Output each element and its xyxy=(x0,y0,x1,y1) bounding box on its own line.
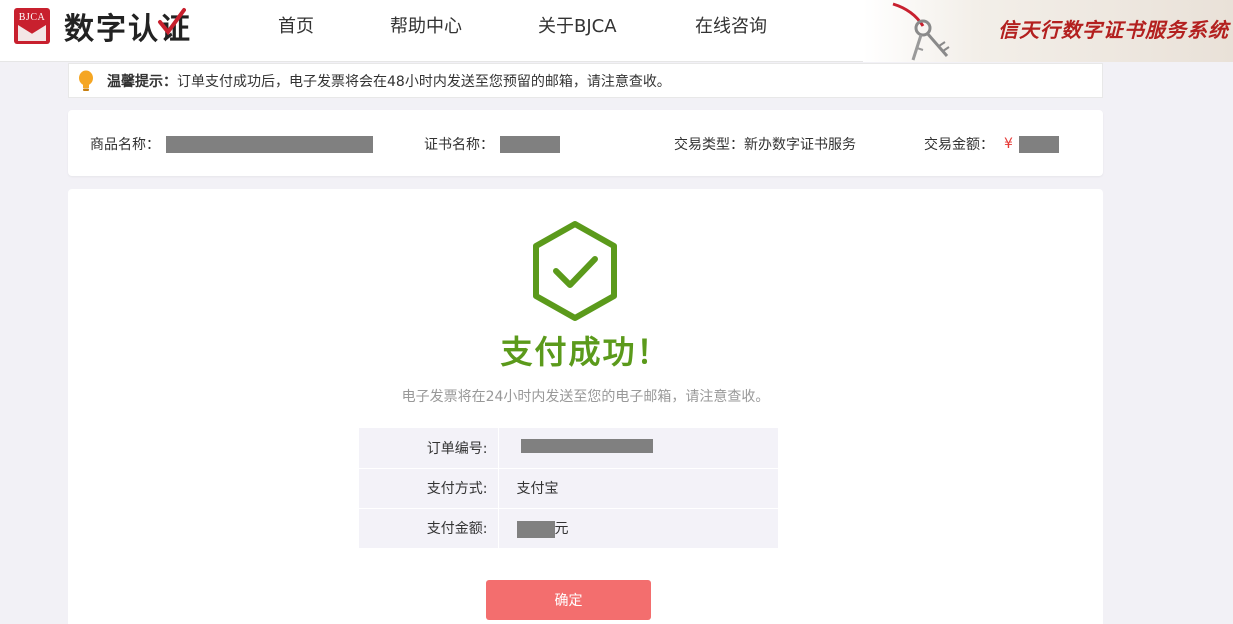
top-header: BJCA 数字认证 首页 帮助中心 关于BJCA 在线咨询 信天行数字证书服务系… xyxy=(0,0,1233,62)
pay-amount-label: 支付金额: xyxy=(359,508,499,549)
cert-name-label: 证书名称： xyxy=(424,137,494,153)
tip-title: 温馨提示： xyxy=(107,73,177,90)
order-no-label: 订单编号: xyxy=(359,428,499,469)
product-name-redacted xyxy=(166,135,373,153)
nav-online-consult[interactable]: 在线咨询 xyxy=(695,12,767,38)
table-row: 支付金额: 元 xyxy=(359,508,778,549)
trade-amount-label: 交易金额： xyxy=(924,137,994,153)
order-detail-table: 订单编号: 支付方式: 支付宝 支付金额: 元 xyxy=(359,428,778,549)
logo-abbr: BJCA xyxy=(18,12,46,23)
order-no-redacted xyxy=(520,438,653,453)
currency-symbol: ¥ xyxy=(1004,136,1013,152)
pay-amount-redacted xyxy=(516,520,555,538)
pay-method-value: 支付宝 xyxy=(498,468,778,509)
envelope-fold xyxy=(18,25,46,41)
nav-about-bjca[interactable]: 关于BJCA xyxy=(538,12,617,38)
tip-bar: 温馨提示： 订单支付成功后，电子发票将会在48小时内发送至您预留的邮箱，请注意查… xyxy=(68,63,1103,98)
pay-amount-value: 元 xyxy=(498,508,778,549)
header-banner: 信天行数字证书服务系统 xyxy=(863,0,1233,62)
trade-amount-field: 交易金额： ¥ xyxy=(924,134,1059,154)
success-subtitle: 电子发票将在24小时内发送至您的电子邮箱，请注意查收。 xyxy=(401,389,770,405)
table-row: 订单编号: xyxy=(359,428,778,469)
bjca-badge-icon: BJCA xyxy=(14,8,50,44)
trade-type-label: 交易类型： xyxy=(674,137,744,153)
tip-text: 订单支付成功后，电子发票将会在48小时内发送至您预留的邮箱，请注意查收。 xyxy=(177,73,671,90)
bjca-logo[interactable]: BJCA 数字认证 xyxy=(14,4,192,48)
success-title: 支付成功！ xyxy=(500,333,671,371)
payment-result-card: 支付成功！ 电子发票将在24小时内发送至您的电子邮箱，请注意查收。 订单编号: … xyxy=(68,189,1103,624)
success-check-icon xyxy=(533,221,617,321)
table-row: 支付方式: 支付宝 xyxy=(359,468,778,509)
trade-amount-redacted xyxy=(1018,135,1059,153)
check-mark-icon xyxy=(158,8,186,36)
keys-icon xyxy=(892,2,950,61)
nav-home[interactable]: 首页 xyxy=(278,12,314,38)
trade-type-value: 新办数字证书服务 xyxy=(744,137,856,153)
nav-help-center[interactable]: 帮助中心 xyxy=(390,12,462,38)
product-name-field: 商品名称： xyxy=(90,134,373,154)
lightbulb-icon xyxy=(79,70,93,91)
banner-title: 信天行数字证书服务系统 xyxy=(998,18,1229,42)
confirm-button[interactable]: 确定 xyxy=(486,580,651,620)
logo-text: 数字认证 xyxy=(64,4,192,48)
pay-amount-unit: 元 xyxy=(554,521,569,537)
product-name-label: 商品名称： xyxy=(90,137,160,153)
trade-type-field: 交易类型： 新办数字证书服务 xyxy=(674,134,856,154)
cert-name-redacted xyxy=(500,135,560,153)
order-no-value xyxy=(498,428,778,469)
pay-method-label: 支付方式: xyxy=(359,468,499,509)
cert-name-field: 证书名称： xyxy=(424,134,560,154)
order-info-card: 商品名称： 证书名称： 交易类型： 新办数字证书服务 交易金额： ¥ xyxy=(68,110,1103,176)
